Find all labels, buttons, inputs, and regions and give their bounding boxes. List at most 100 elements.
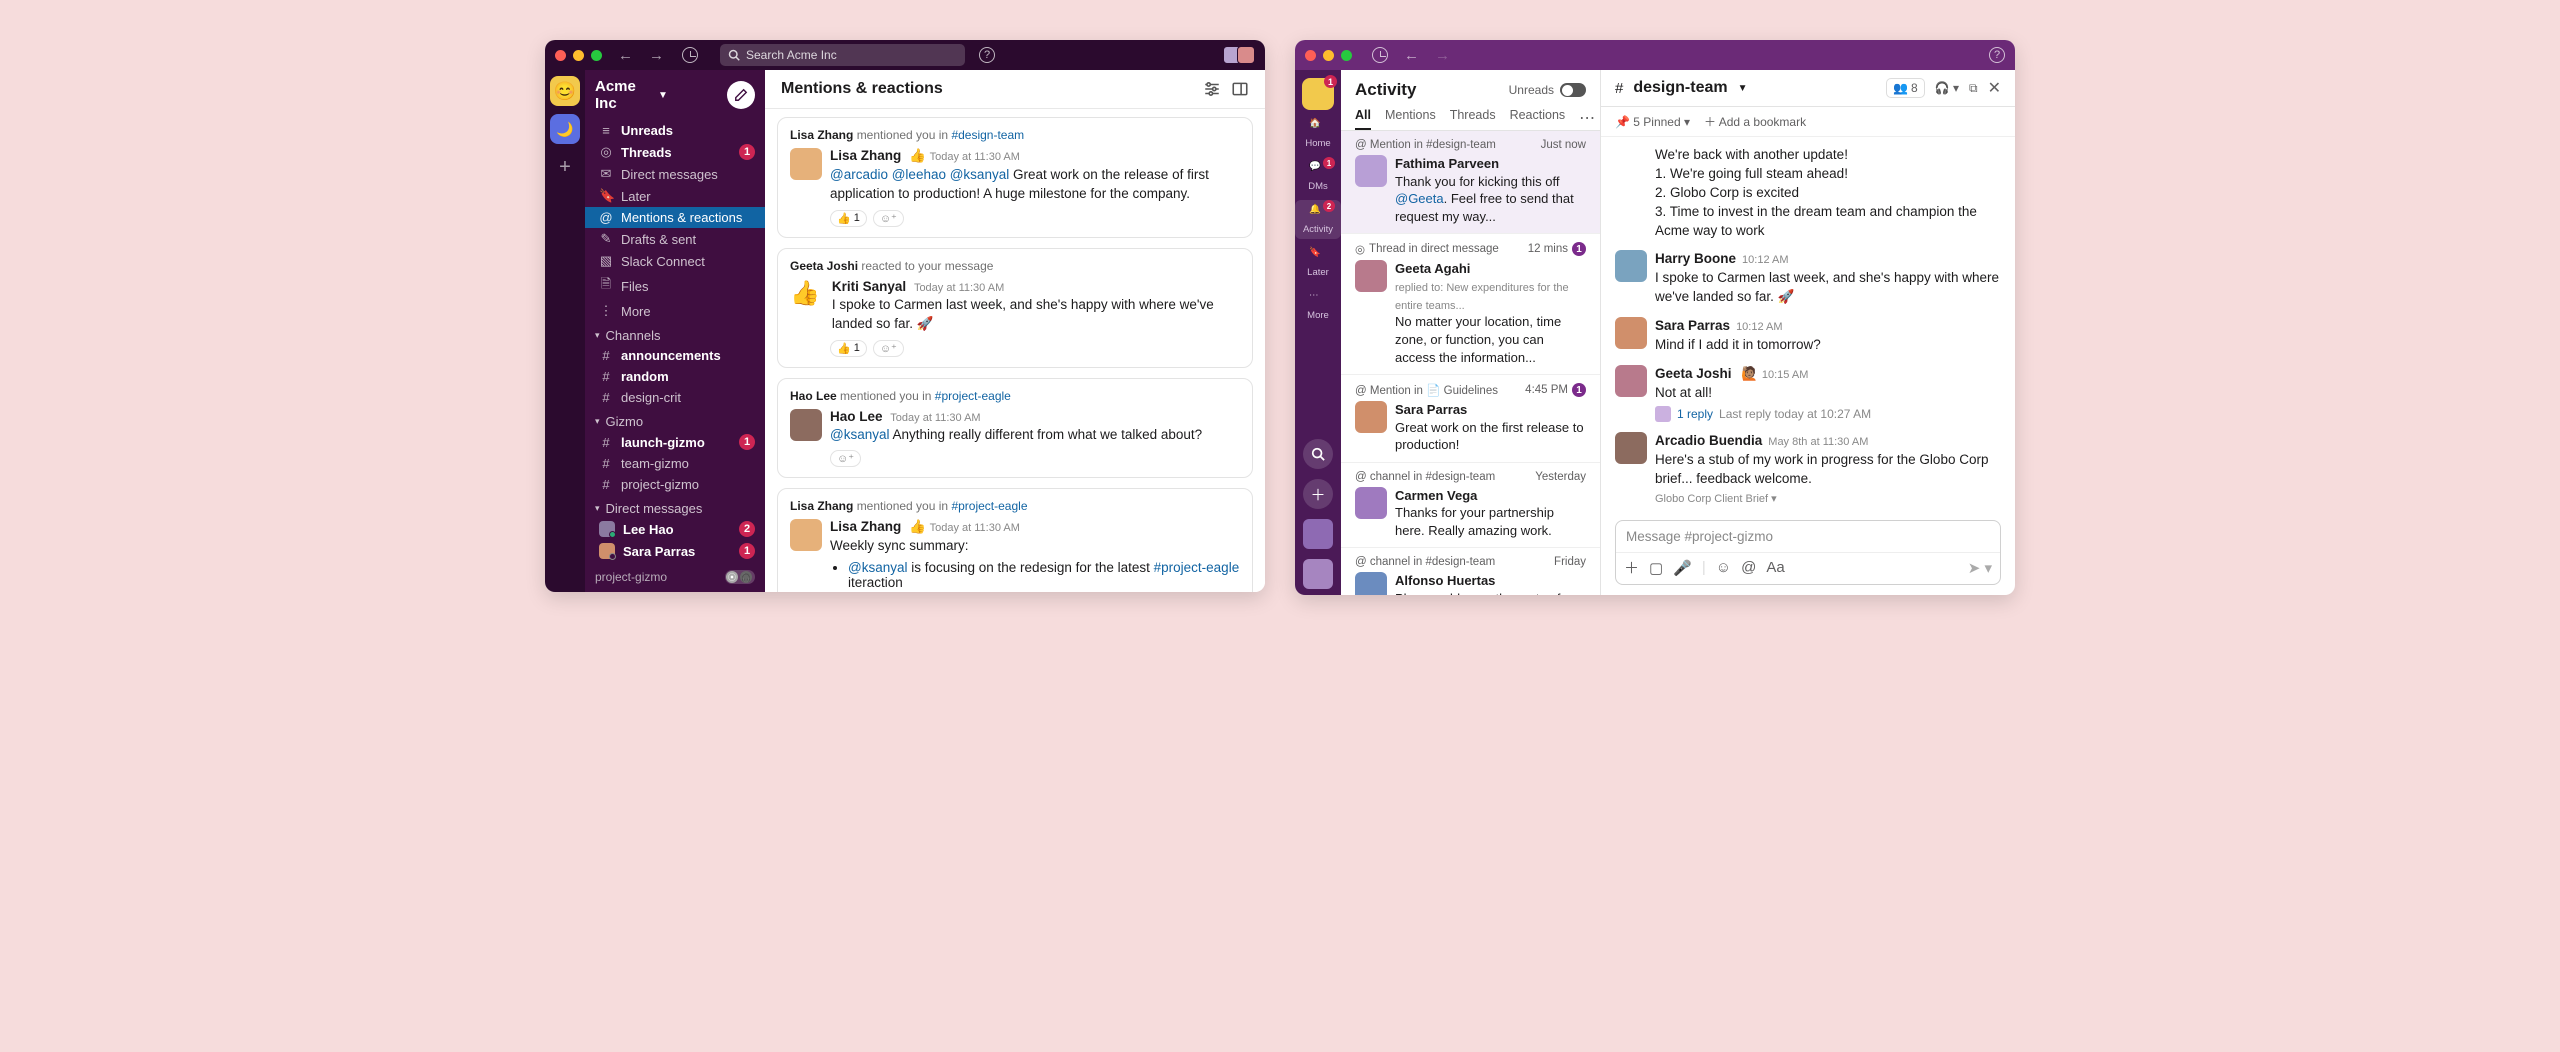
help-icon[interactable]: ? [1989, 47, 2005, 63]
sidebar-footer: project-gizmo ⦿🎧 [585, 562, 765, 592]
section-gizmo[interactable]: ▾Gizmo [585, 408, 765, 431]
reaction[interactable]: 👍1 [830, 340, 867, 357]
nav-more[interactable]: ⋮More [585, 300, 765, 322]
huddle-toggle[interactable]: ⦿🎧 [725, 570, 755, 584]
unreads-toggle[interactable] [1560, 83, 1586, 97]
ch-random[interactable]: #random [585, 366, 765, 387]
activity-item[interactable]: @ channel in #design-teamYesterday Carme… [1341, 463, 1600, 549]
activity-item[interactable]: ◎Thread in direct message12 mins1 Geeta … [1341, 234, 1600, 375]
ch-project-gizmo[interactable]: #project-gizmo [585, 474, 765, 495]
dm-sara-parras[interactable]: Sara Parras1 [585, 540, 765, 562]
nav-slack-connect[interactable]: ▧Slack Connect [585, 250, 765, 272]
activity-header: Activity Unreads [1341, 70, 1600, 100]
rail-activity[interactable]: 🔔Activity2 [1295, 200, 1341, 239]
filter-icon[interactable] [1203, 80, 1221, 98]
add-workspace-button[interactable]: + [550, 152, 580, 182]
ch-design-crit[interactable]: #design-crit [585, 387, 765, 408]
workspace-header[interactable]: Acme Inc ▼ [585, 70, 765, 120]
message[interactable]: Geeta Joshi 🙋🏽 10:15 AMNot at all! 1 rep… [1615, 360, 2001, 428]
ch-launch-gizmo[interactable]: #launch-gizmo1 [585, 431, 765, 453]
add-bookmark-button[interactable]: ＋ Add a bookmark [1704, 113, 1806, 130]
nav-back[interactable]: ← [1404, 47, 1419, 64]
mention-card[interactable]: Hao Lee mentioned you in #project-eagle … [777, 378, 1253, 479]
nav-drafts[interactable]: ✎Drafts & sent [585, 228, 765, 250]
bullet: @ksanyal is focusing on the redesign for… [848, 560, 1240, 590]
reaction-emoji: 👍 [790, 279, 820, 334]
mention-card[interactable]: Lisa Zhang mentioned you in #project-eag… [777, 488, 1253, 592]
mention-card[interactable]: Lisa Zhang mentioned you in #design-team… [777, 117, 1253, 238]
ws-switcher[interactable]: 😊 [550, 76, 580, 106]
emoji-icon[interactable]: ☺ [1716, 559, 1731, 576]
members-button[interactable]: 👥 8 [1886, 78, 1925, 98]
nav-forward[interactable]: → [1435, 47, 1450, 64]
format-icon[interactable]: Aa [1766, 559, 1784, 576]
compose-button[interactable] [727, 81, 755, 109]
history-icon[interactable] [682, 47, 698, 63]
help-icon[interactable]: ? [979, 47, 995, 63]
nav-mentions[interactable]: @Mentions & reactions [585, 207, 765, 228]
tab-all[interactable]: All [1355, 108, 1371, 130]
pinned-button[interactable]: 📌 5 Pinned ▾ [1615, 115, 1690, 129]
section-channels[interactable]: ▾Channels [585, 322, 765, 345]
history-icon[interactable] [1372, 47, 1388, 63]
header-avatars[interactable] [1227, 46, 1255, 64]
mic-icon[interactable]: 🎤 [1673, 559, 1692, 577]
rail-later[interactable]: 🔖Later [1295, 243, 1341, 282]
search-input[interactable]: Search Acme Inc [720, 44, 965, 66]
channel-header: #design-team▼ 👥 8 🎧 ▾ ⧉ ✕ [1601, 70, 2015, 107]
reaction-card[interactable]: Geeta Joshi reacted to your message 👍 Kr… [777, 248, 1253, 368]
message-composer[interactable]: Message #project-gizmo ＋ ▢ 🎤 | ☺ @ Aa ➤ … [1615, 520, 2001, 585]
add-reaction[interactable]: ☺︎⁺ [830, 450, 861, 467]
reaction[interactable]: 👍1 [830, 210, 867, 227]
window-controls[interactable] [1305, 50, 1352, 61]
add-reaction[interactable]: ☺︎⁺ [873, 210, 904, 227]
avatar [790, 148, 822, 180]
activity-item[interactable]: @ Mention in #design-teamJust now Fathim… [1341, 131, 1600, 234]
nav-back[interactable]: ← [618, 47, 633, 64]
huddle-icon[interactable]: 🎧 ▾ [1935, 81, 1959, 95]
message[interactable]: Arcadio BuendiaMay 8th at 11:30 AMHere's… [1615, 427, 2001, 512]
nav-forward[interactable]: → [649, 47, 664, 64]
thread-link[interactable]: 1 replyLast reply today at 10:27 AM [1655, 406, 2001, 423]
profile-avatar[interactable] [1303, 519, 1333, 549]
activity-item[interactable]: @ channel in #design-teamFriday Alfonso … [1341, 548, 1600, 595]
feed: Lisa Zhang mentioned you in #design-team… [765, 109, 1265, 592]
close-icon[interactable]: ✕ [1988, 78, 2001, 98]
compose-button[interactable]: ＋ [1303, 479, 1333, 509]
workspace-rail: 😊 🌙 + [545, 70, 585, 592]
chevron-down-icon[interactable]: ▼ [1738, 83, 1748, 94]
attach-icon[interactable]: ＋ [1624, 557, 1639, 578]
video-icon[interactable]: ▢ [1649, 559, 1663, 577]
rail-more[interactable]: ⋯More [1295, 286, 1341, 325]
titlebar: ← → ? [1295, 40, 2015, 70]
ch-announcements[interactable]: #announcements [585, 345, 765, 366]
activity-item[interactable]: @ Mention in 📄 Guidelines4:45 PM1 Sara P… [1341, 375, 1600, 463]
nav-dms[interactable]: ✉︎Direct messages [585, 163, 765, 185]
add-reaction[interactable]: ☺︎⁺ [873, 340, 904, 357]
tab-mentions[interactable]: Mentions [1385, 108, 1436, 130]
rail-home[interactable]: 🏠Home [1295, 114, 1341, 153]
ch-team-gizmo[interactable]: #team-gizmo [585, 453, 765, 474]
send-icon[interactable]: ➤ ▾ [1968, 559, 1992, 577]
ws-other[interactable]: 🌙 [550, 114, 580, 144]
nav-files[interactable]: 🗎Files [585, 272, 765, 300]
bookmark-bar: 📌 5 Pinned ▾ ＋ Add a bookmark [1601, 107, 2015, 137]
canvas-icon[interactable]: ⧉ [1969, 81, 1978, 96]
message[interactable]: Harry Boone10:12 AMI spoke to Carmen las… [1615, 245, 2001, 312]
mention-icon[interactable]: @ [1741, 559, 1756, 576]
tab-threads[interactable]: Threads [1450, 108, 1496, 130]
search-button[interactable] [1303, 439, 1333, 469]
ws-switcher[interactable]: 1 [1302, 78, 1334, 110]
window-controls[interactable] [555, 50, 602, 61]
message[interactable]: Sara Parras10:12 AMMind if I add it in t… [1615, 312, 2001, 360]
nav-threads[interactable]: ◎Threads1 [585, 141, 765, 163]
profile-avatar[interactable] [1303, 559, 1333, 589]
rail-dms[interactable]: 💬DMs1 [1295, 157, 1341, 196]
tabs-overflow[interactable]: ⋯ [1579, 108, 1595, 130]
side-panel-icon[interactable] [1231, 80, 1249, 98]
dm-lee-hao[interactable]: Lee Hao2 [585, 518, 765, 540]
nav-later[interactable]: 🔖Later [585, 185, 765, 207]
nav-unreads[interactable]: ≡Unreads [585, 120, 765, 141]
section-dms[interactable]: ▾Direct messages [585, 495, 765, 518]
tab-reactions[interactable]: Reactions [1510, 108, 1566, 130]
